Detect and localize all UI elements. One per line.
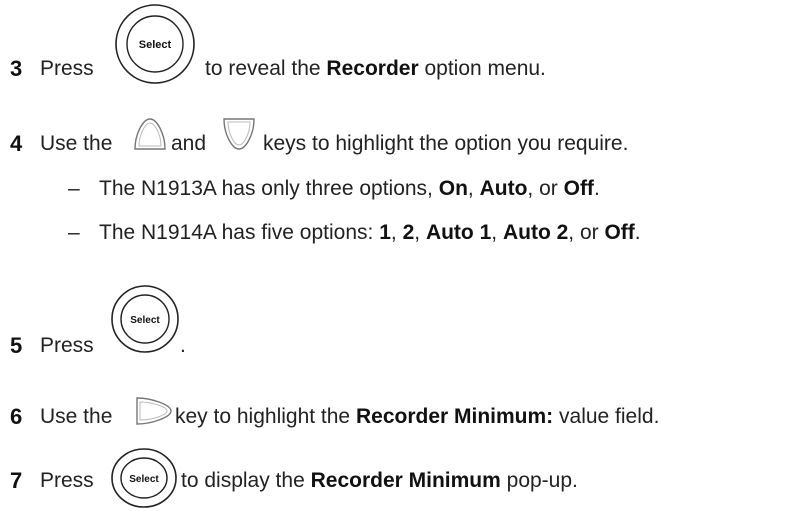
step-text-and: and <box>171 132 207 155</box>
step-text: keys to highlight the option you require… <box>263 132 629 155</box>
step-6: 6 Use the key to highlight the Recorder … <box>0 403 793 431</box>
select-key-icon: Select <box>110 284 180 354</box>
option-1: 1 <box>379 221 391 244</box>
bullet-text: The N1914A has five options: 1, 2, Auto … <box>99 221 641 244</box>
select-key-icon: Select <box>110 447 178 509</box>
step-text: to reveal the Recorder option menu. <box>205 57 546 80</box>
document-page: { "keys": { "select_label": "Select" }, … <box>0 0 793 511</box>
select-key-label: Select <box>130 315 160 326</box>
select-key-label: Select <box>139 39 172 51</box>
bullet-text: The N1913A has only three options, On, A… <box>99 177 600 200</box>
option-off: Off <box>604 221 635 244</box>
option-off: Off <box>563 177 594 200</box>
step-number: 5 <box>10 333 23 358</box>
down-arrow-key-icon <box>222 116 256 152</box>
bullet-dash: – <box>68 221 80 244</box>
bullet-n1914a: – The N1914A has five options: 1, 2, Aut… <box>0 219 793 247</box>
step-text: key to highlight the Recorder Minimum: v… <box>175 405 660 428</box>
step-number: 6 <box>10 404 23 429</box>
field-name-recorder-minimum: Recorder Minimum: <box>355 405 554 428</box>
step-number: 7 <box>10 468 23 493</box>
option-auto-1: Auto 1 <box>425 221 492 244</box>
step-text-use-the: Use the <box>40 132 113 155</box>
select-key-icon: Select <box>114 3 196 85</box>
option-auto-2: Auto 2 <box>502 221 569 244</box>
step-text-press: Press <box>40 57 94 80</box>
right-arrow-key-icon <box>134 395 174 427</box>
option-auto: Auto <box>479 177 528 200</box>
step-text-period: . <box>180 334 186 357</box>
up-arrow-key-icon <box>133 116 167 152</box>
step-text-press: Press <box>40 469 94 492</box>
select-key-label: Select <box>129 474 159 485</box>
step-4: 4 Use the and keys to highlight the opti… <box>0 130 793 158</box>
step-text-press: Press <box>40 334 94 357</box>
popup-name-recorder-minimum: Recorder Minimum <box>310 469 501 492</box>
menu-name-recorder: Recorder <box>326 57 419 80</box>
step-text: to display the Recorder Minimum pop-up. <box>181 469 578 492</box>
step-number: 4 <box>10 131 23 156</box>
option-2: 2 <box>402 221 415 244</box>
step-number: 3 <box>10 56 23 81</box>
option-on: On <box>438 177 468 200</box>
bullet-n1913a: – The N1913A has only three options, On,… <box>0 175 793 203</box>
bullet-dash: – <box>68 177 80 200</box>
step-text-use-the: Use the <box>40 405 113 428</box>
